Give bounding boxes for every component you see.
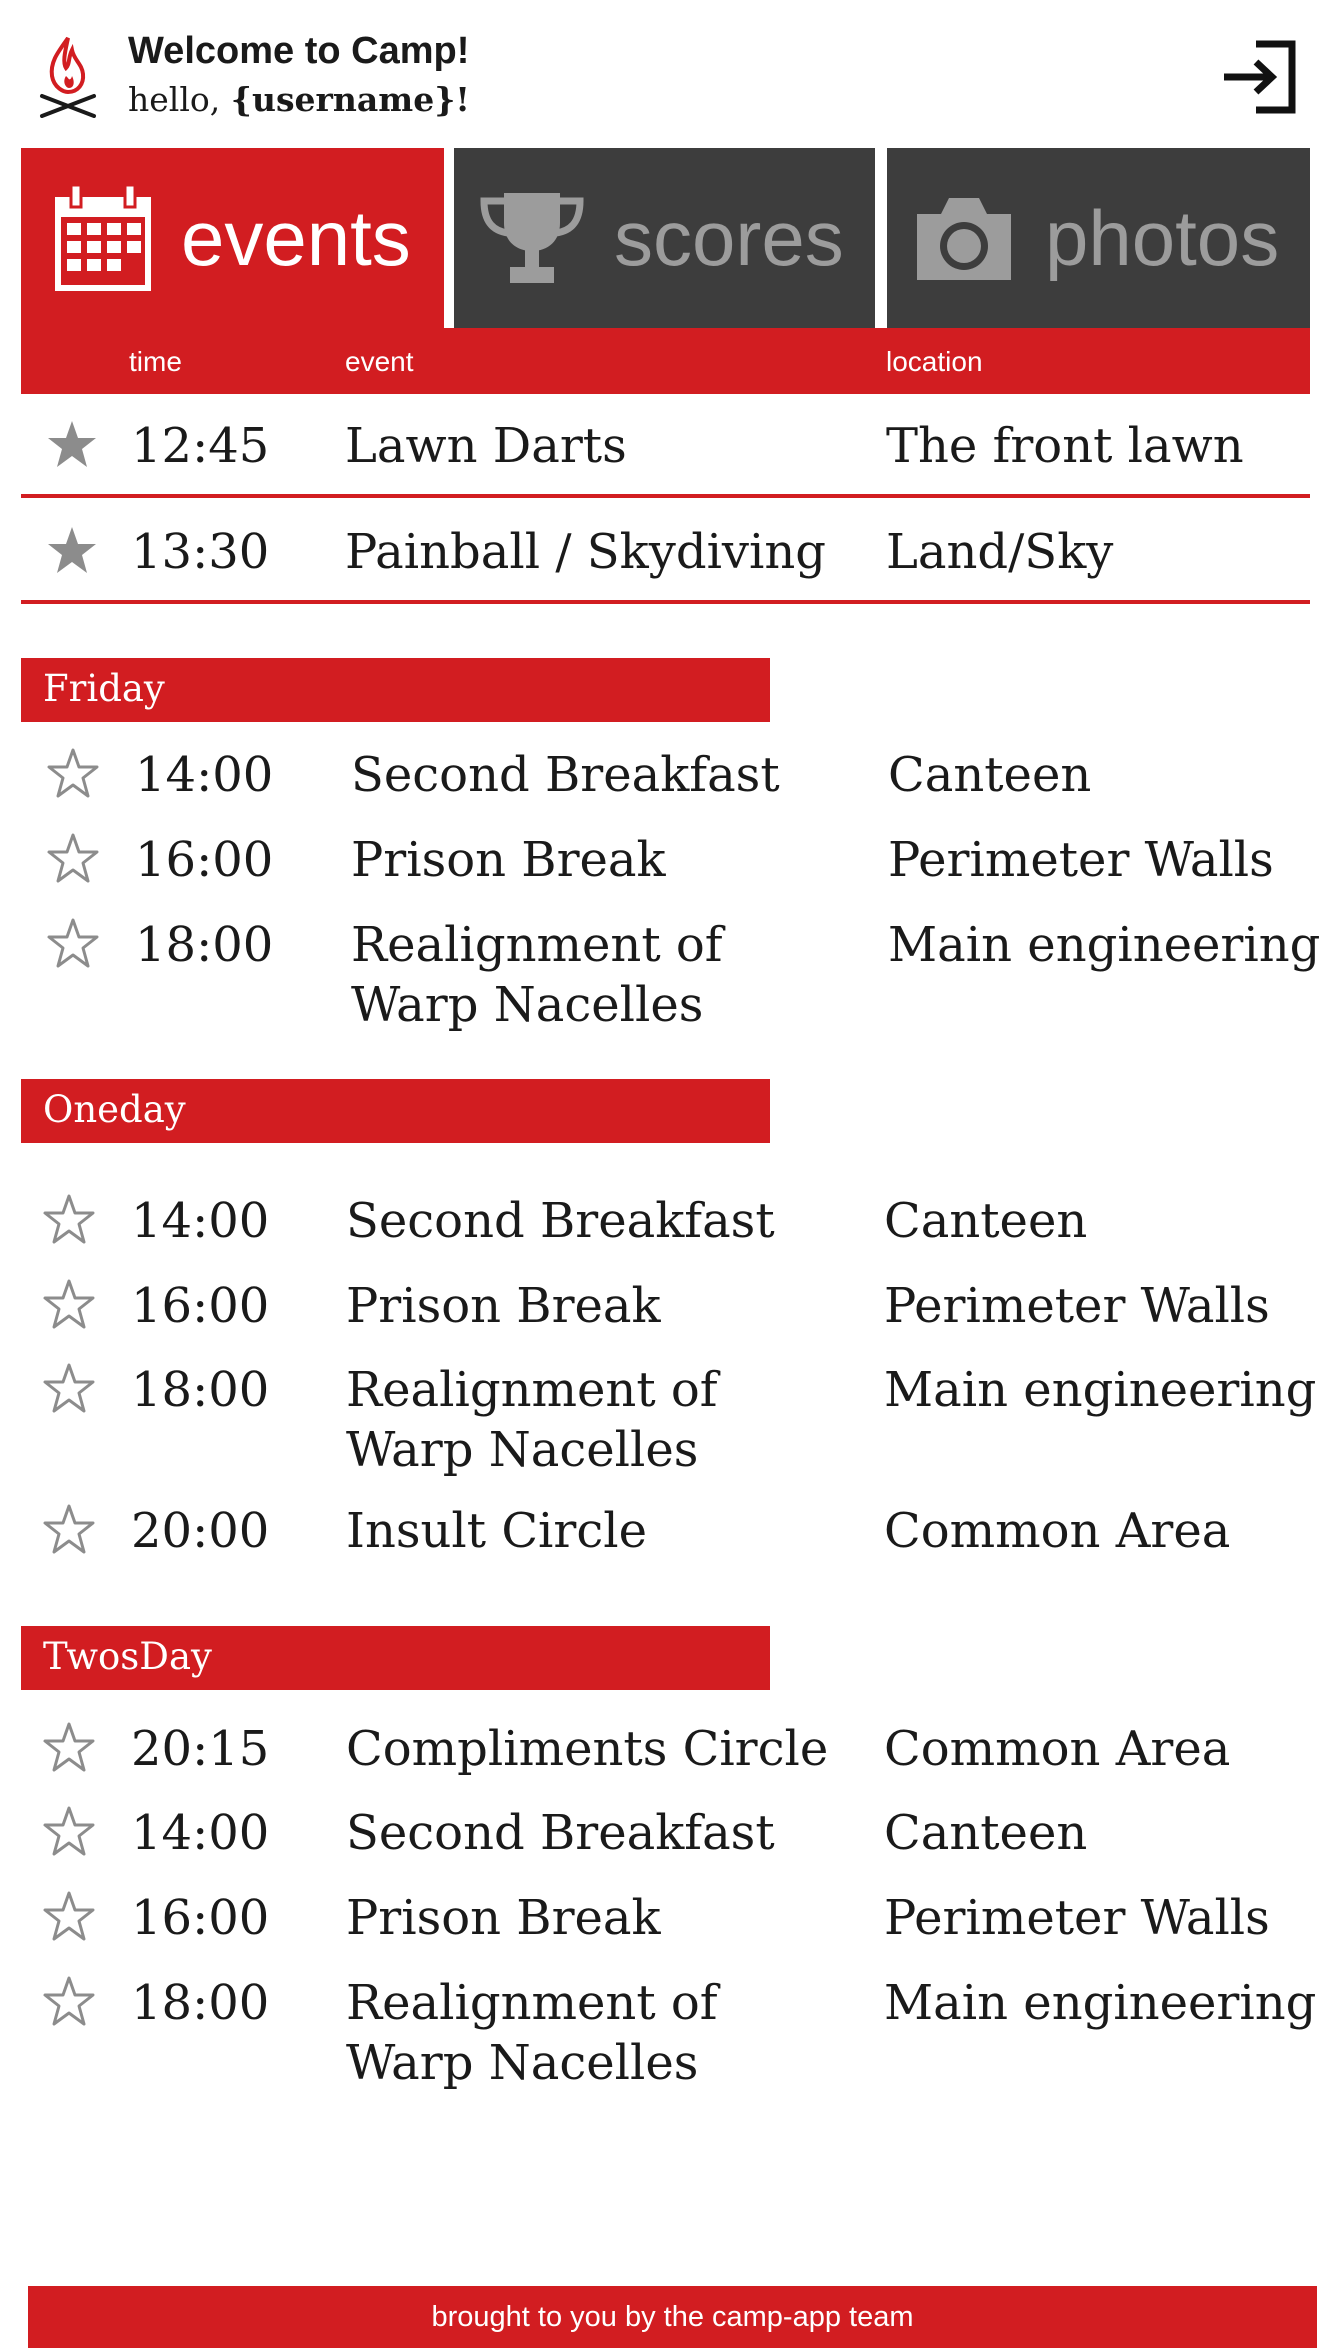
footer-credit: brought to you by the camp-app team (28, 2286, 1317, 2348)
logout-icon[interactable] (1222, 40, 1296, 114)
event-row[interactable]: 14:00 Second Breakfast Canteen (0, 745, 1333, 805)
camera-icon (917, 198, 1011, 280)
event-location: Main engineering (884, 1362, 1317, 1418)
star-icon[interactable] (42, 1721, 96, 1775)
event-time: 12:45 (131, 418, 270, 474)
calendar-icon (55, 183, 151, 291)
column-time: time (129, 346, 182, 377)
star-icon[interactable] (42, 1805, 96, 1859)
tab-events-label: events (181, 193, 411, 282)
app-header: Welcome to Camp! hello, {username}! (0, 0, 1333, 148)
event-name: Second Breakfast (346, 1193, 775, 1249)
greeting-username: {username}! (230, 80, 470, 119)
event-location: Canteen (884, 1193, 1088, 1249)
event-time: 16:00 (131, 1890, 270, 1946)
event-location: Perimeter Walls (884, 1278, 1270, 1334)
event-location: Canteen (888, 747, 1092, 803)
event-row[interactable]: 18:00 Realignment of Warp Nacelles Main en… (0, 1360, 1333, 1478)
trophy-icon (480, 193, 584, 283)
star-icon[interactable] (46, 832, 100, 886)
event-name: Prison Break (346, 1278, 661, 1334)
event-time: 13:30 (131, 524, 270, 580)
tab-events[interactable]: events (21, 148, 444, 328)
event-time: 18:00 (131, 1362, 270, 1418)
campfire-icon (40, 36, 96, 118)
star-icon[interactable] (42, 1890, 96, 1944)
greeting-prefix: hello, (128, 80, 221, 119)
tab-photos[interactable]: photos (887, 148, 1310, 328)
event-time: 14:00 (131, 1805, 270, 1861)
star-icon[interactable] (45, 418, 99, 472)
event-time: 18:00 (131, 1975, 270, 2031)
tab-scores-label: scores (614, 193, 844, 282)
welcome-title: Welcome to Camp! (128, 30, 470, 72)
event-name: Realignment of Warp Nacelles (346, 1362, 718, 1478)
event-location: Perimeter Walls (888, 832, 1274, 888)
greeting-text: hello, {username}! (128, 80, 470, 119)
tab-photos-label: photos (1045, 193, 1280, 282)
favorite-row[interactable]: 13:30 Painball / Skydiving Land/Sky (21, 500, 1310, 604)
event-row[interactable]: 16:00 Prison Break Perimeter Walls (0, 1888, 1333, 1948)
event-time: 20:15 (131, 1721, 270, 1777)
column-header: time event location (21, 328, 1310, 394)
day-label: Oneday (43, 1088, 186, 1131)
column-location: location (886, 346, 983, 377)
day-label: TwosDay (43, 1635, 212, 1678)
event-time: 14:00 (135, 747, 274, 803)
event-row[interactable]: 16:00 Prison Break Perimeter Walls (0, 830, 1333, 890)
event-name: Realignment of Warp Nacelles (346, 1975, 718, 2091)
star-icon[interactable] (46, 917, 100, 971)
event-time: 18:00 (135, 917, 274, 973)
tab-bar: events scores photos (21, 148, 1310, 328)
event-name: Insult Circle (346, 1503, 647, 1559)
star-icon[interactable] (42, 1503, 96, 1557)
star-icon[interactable] (42, 1362, 96, 1416)
event-name: Second Breakfast (351, 747, 780, 803)
event-location: Main engineering (888, 917, 1321, 973)
event-location: Land/Sky (886, 524, 1114, 580)
star-icon[interactable] (42, 1193, 96, 1247)
event-name: Prison Break (346, 1890, 661, 1946)
event-name: Painball / Skydiving (345, 524, 827, 580)
star-icon[interactable] (46, 747, 100, 801)
day-header-twosday: TwosDay (21, 1626, 770, 1690)
event-row[interactable]: 20:00 Insult Circle Common Area (0, 1501, 1333, 1561)
event-time: 16:00 (131, 1278, 270, 1334)
day-label: Friday (43, 667, 165, 710)
event-location: The front lawn (886, 418, 1244, 474)
tab-scores[interactable]: scores (454, 148, 875, 328)
event-row[interactable]: 18:00 Realignment of Warp Nacelles Main en… (0, 1973, 1333, 2091)
event-location: Common Area (884, 1503, 1231, 1559)
event-location: Canteen (884, 1805, 1088, 1861)
event-name: Compliments Circle (346, 1721, 829, 1777)
event-row[interactable]: 14:00 Second Breakfast Canteen (0, 1803, 1333, 1863)
event-location: Perimeter Walls (884, 1890, 1270, 1946)
event-row[interactable]: 16:00 Prison Break Perimeter Walls (0, 1276, 1333, 1336)
day-header-friday: Friday (21, 658, 770, 722)
event-row[interactable]: 20:15 Compliments Circle Common Area (0, 1719, 1333, 1779)
event-name: Second Breakfast (346, 1805, 775, 1861)
event-time: 20:00 (131, 1503, 270, 1559)
event-time: 14:00 (131, 1193, 270, 1249)
event-name: Prison Break (351, 832, 666, 888)
star-icon[interactable] (42, 1975, 96, 2029)
event-name: Realignment of Warp Nacelles (351, 917, 723, 1033)
star-icon[interactable] (42, 1278, 96, 1332)
event-time: 16:00 (135, 832, 274, 888)
event-location: Main engineering (884, 1975, 1317, 2031)
event-row[interactable]: 18:00 Realignment of Warp Nacelles Main en… (0, 915, 1333, 1033)
event-row[interactable]: 14:00 Second Breakfast Canteen (0, 1191, 1333, 1251)
day-header-oneday: Oneday (21, 1079, 770, 1143)
favorite-row[interactable]: 12:45 Lawn Darts The front lawn (21, 394, 1310, 498)
event-name: Lawn Darts (345, 418, 627, 474)
event-location: Common Area (884, 1721, 1231, 1777)
column-event: event (345, 346, 414, 377)
star-icon[interactable] (45, 524, 99, 578)
